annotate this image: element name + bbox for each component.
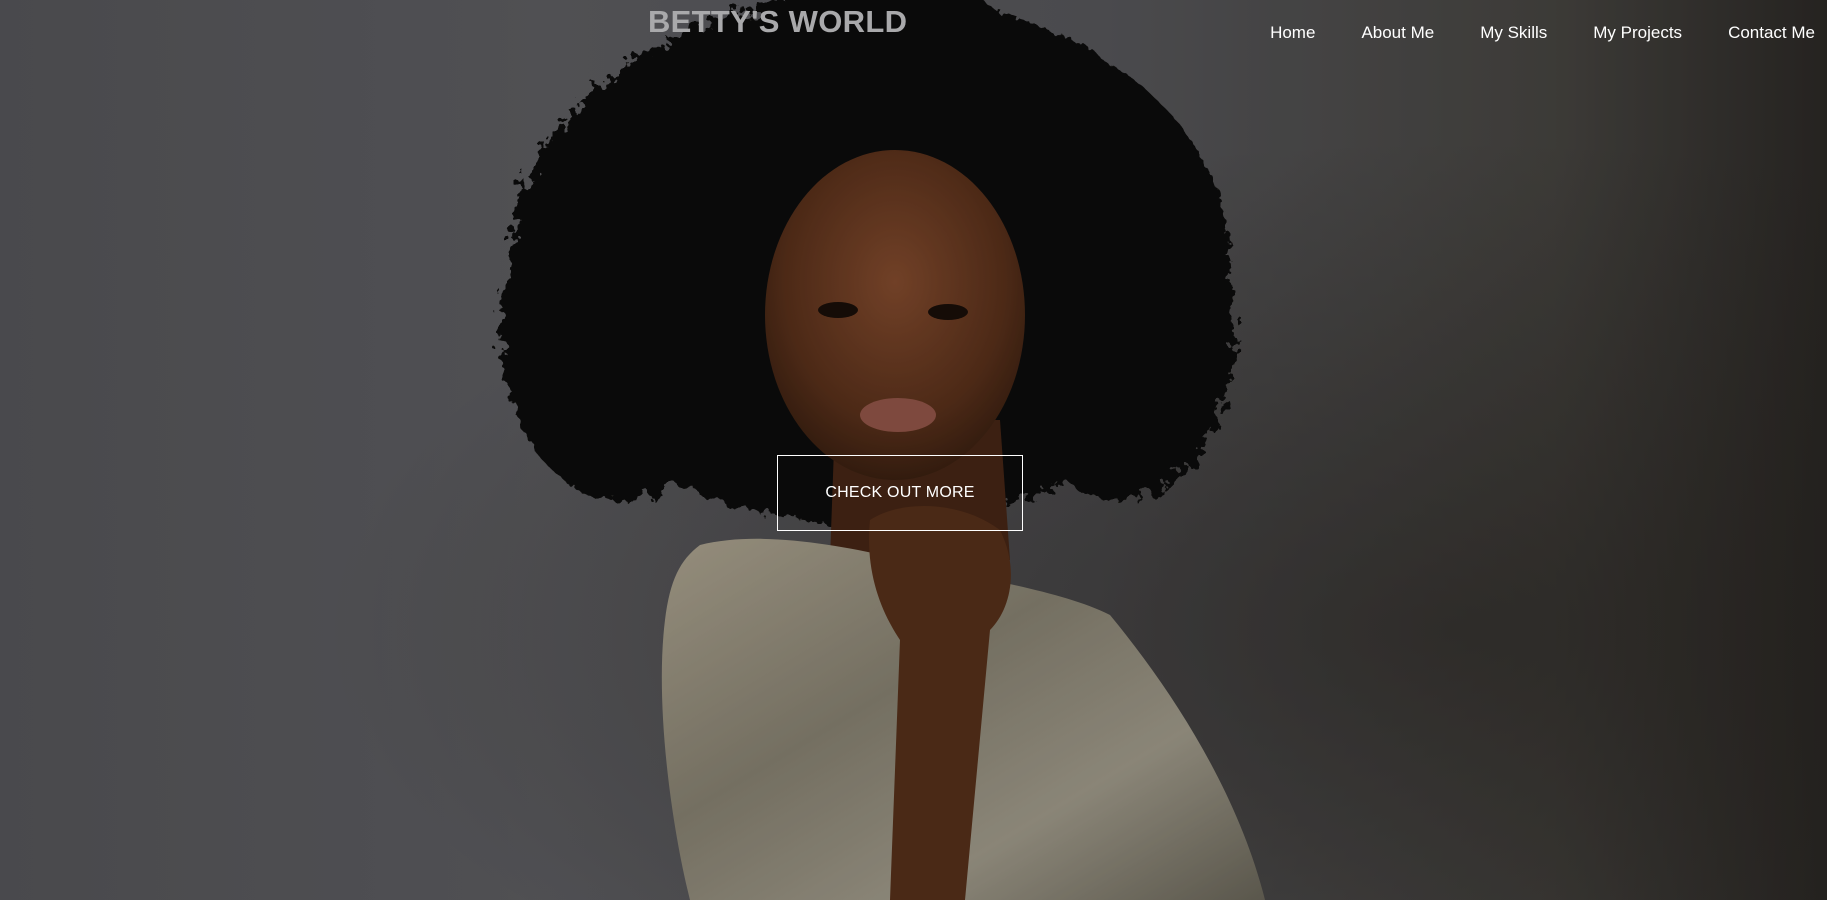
hero-portrait-image: [0, 0, 1827, 900]
site-logo[interactable]: BETTY'S WORLD: [648, 4, 907, 40]
main-nav: Home About Me My Skills My Projects Cont…: [1224, 0, 1827, 66]
nav-skills-link[interactable]: My Skills: [1480, 23, 1547, 43]
hero-overlay: [0, 0, 1827, 900]
check-out-more-button[interactable]: CHECK OUT MORE: [777, 455, 1023, 531]
hero-section: [0, 0, 1827, 900]
nav-about-link[interactable]: About Me: [1361, 23, 1434, 43]
page: BETTY'S WORLD Home About Me My Skills My…: [0, 0, 1827, 900]
nav-contact-link[interactable]: Contact Me: [1728, 23, 1815, 43]
nav-home-link[interactable]: Home: [1270, 23, 1315, 43]
nav-projects-link[interactable]: My Projects: [1593, 23, 1682, 43]
